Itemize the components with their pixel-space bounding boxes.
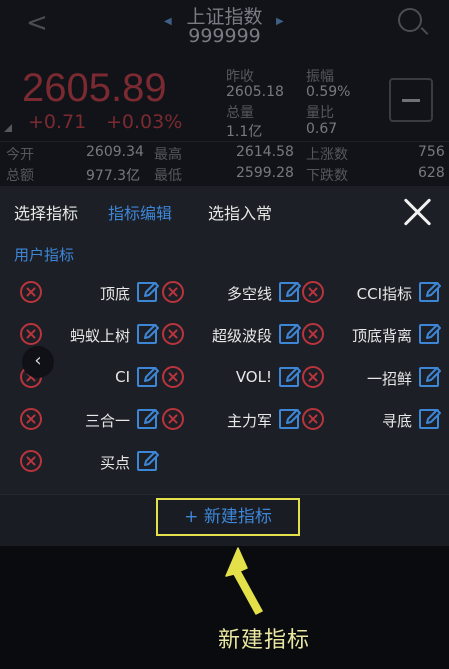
divider bbox=[0, 141, 449, 142]
indicator-item: 顶底 bbox=[20, 278, 160, 308]
indicator-item: 买点 bbox=[20, 447, 160, 477]
row-value: 977.3亿 bbox=[86, 168, 141, 184]
stat-label: 量比 bbox=[306, 105, 334, 121]
indicator-name: 三合一 bbox=[84, 412, 130, 430]
index-code: 999999 bbox=[188, 25, 261, 47]
edit-pencil-icon[interactable] bbox=[136, 322, 160, 346]
stat-value: 0.59% bbox=[306, 84, 351, 100]
delete-circle-icon[interactable] bbox=[162, 408, 184, 430]
edit-pencil-icon[interactable] bbox=[136, 407, 160, 431]
indicator-name: 蚂蚁上树 bbox=[69, 327, 130, 345]
delete-circle-icon[interactable] bbox=[20, 450, 42, 472]
tab-edit-indicator[interactable]: 指标编辑 bbox=[108, 200, 172, 224]
edit-pencil-icon[interactable] bbox=[278, 407, 302, 431]
row-label: 今开 bbox=[6, 147, 34, 163]
delete-circle-icon[interactable] bbox=[20, 408, 42, 430]
delete-circle-icon[interactable] bbox=[20, 323, 42, 345]
delete-circle-icon[interactable] bbox=[302, 366, 324, 388]
delete-circle-icon[interactable] bbox=[162, 366, 184, 388]
indicator-name: 买点 bbox=[99, 454, 130, 472]
indicator-name: 主力军 bbox=[226, 412, 272, 430]
indicator-item: 多空线 bbox=[162, 278, 302, 308]
indicator-name: VOL! bbox=[235, 368, 272, 386]
delete-circle-icon[interactable] bbox=[302, 408, 324, 430]
indicator-item: 三合一 bbox=[20, 405, 160, 435]
edit-pencil-icon[interactable] bbox=[136, 449, 160, 473]
indicator-item: 一招鲜 bbox=[302, 363, 442, 393]
row-value: 2609.34 bbox=[86, 144, 144, 160]
delete-circle-icon[interactable] bbox=[162, 323, 184, 345]
edit-pencil-icon[interactable] bbox=[418, 322, 442, 346]
tab-add-to-common[interactable]: 选指入常 bbox=[208, 200, 272, 224]
indicator-item: CCI指标 bbox=[302, 278, 442, 308]
price-change: +0.71 bbox=[28, 111, 87, 133]
edit-pencil-icon[interactable] bbox=[418, 407, 442, 431]
chevron-left-icon[interactable]: ‹ bbox=[22, 346, 54, 378]
row-label: 最高 bbox=[154, 147, 182, 163]
stat-label: 昨收 bbox=[226, 69, 254, 85]
current-price: 2605.89 bbox=[22, 66, 167, 110]
row-label: 下跌数 bbox=[306, 168, 348, 184]
row-value: 2599.28 bbox=[236, 165, 294, 181]
collapse-quote-button[interactable] bbox=[389, 78, 433, 122]
row-label: 总额 bbox=[6, 168, 34, 184]
delete-circle-icon[interactable] bbox=[20, 281, 42, 303]
edit-pencil-icon[interactable] bbox=[418, 280, 442, 304]
stat-value: 1.1亿 bbox=[226, 124, 263, 140]
edit-pencil-icon[interactable] bbox=[418, 365, 442, 389]
edit-pencil-icon[interactable] bbox=[278, 280, 302, 304]
indicator-name: 寻底 bbox=[381, 412, 412, 430]
stat-label: 总量 bbox=[226, 105, 254, 121]
indicator-name: CCI指标 bbox=[356, 285, 412, 303]
indicator-name: 顶底背离 bbox=[351, 327, 412, 345]
indicator-name: CI bbox=[115, 368, 130, 386]
stat-value: 2605.18 bbox=[226, 84, 284, 100]
quote-background: < ◀ 上证指数 ▶ 999999 2605.89 +0.71 +0.03% 昨… bbox=[0, 0, 449, 186]
stat-value: 0.67 bbox=[306, 121, 338, 137]
price-change-pct: +0.03% bbox=[106, 111, 183, 133]
corner-triangle-icon bbox=[4, 124, 12, 132]
indicator-item: 主力军 bbox=[162, 405, 302, 435]
new-indicator-button[interactable]: + 新建指标 bbox=[156, 498, 300, 536]
delete-circle-icon[interactable] bbox=[302, 323, 324, 345]
tab-select-indicator[interactable]: 选择指标 bbox=[14, 200, 78, 224]
edit-pencil-icon[interactable] bbox=[136, 365, 160, 389]
search-icon[interactable] bbox=[398, 8, 422, 32]
edit-pencil-icon[interactable] bbox=[136, 280, 160, 304]
indicator-name: 多空线 bbox=[226, 285, 272, 303]
edit-pencil-icon[interactable] bbox=[278, 322, 302, 346]
indicator-item: 顶底背离 bbox=[302, 320, 442, 350]
row-label: 最低 bbox=[154, 168, 182, 184]
delete-circle-icon[interactable] bbox=[162, 281, 184, 303]
stat-label: 振幅 bbox=[306, 69, 334, 85]
indicator-name: 一招鲜 bbox=[366, 370, 412, 388]
row-label: 上涨数 bbox=[306, 147, 348, 163]
close-icon[interactable] bbox=[402, 196, 434, 228]
indicator-name: 超级波段 bbox=[211, 327, 272, 345]
indicator-item: 寻底 bbox=[302, 405, 442, 435]
delete-circle-icon[interactable] bbox=[302, 281, 324, 303]
tab-bar: 选择指标 指标编辑 选指入常 bbox=[0, 186, 449, 238]
indicator-name: 顶底 bbox=[99, 285, 130, 303]
row-value: 756 bbox=[418, 144, 445, 160]
row-value: 2614.58 bbox=[236, 144, 294, 160]
edit-pencil-icon[interactable] bbox=[278, 365, 302, 389]
indicator-item: 超级波段 bbox=[162, 320, 302, 350]
row-value: 628 bbox=[418, 165, 445, 181]
indicator-item: VOL! bbox=[162, 363, 302, 393]
annotation-label: 新建指标 bbox=[218, 628, 311, 653]
section-title: 用户指标 bbox=[14, 246, 75, 264]
